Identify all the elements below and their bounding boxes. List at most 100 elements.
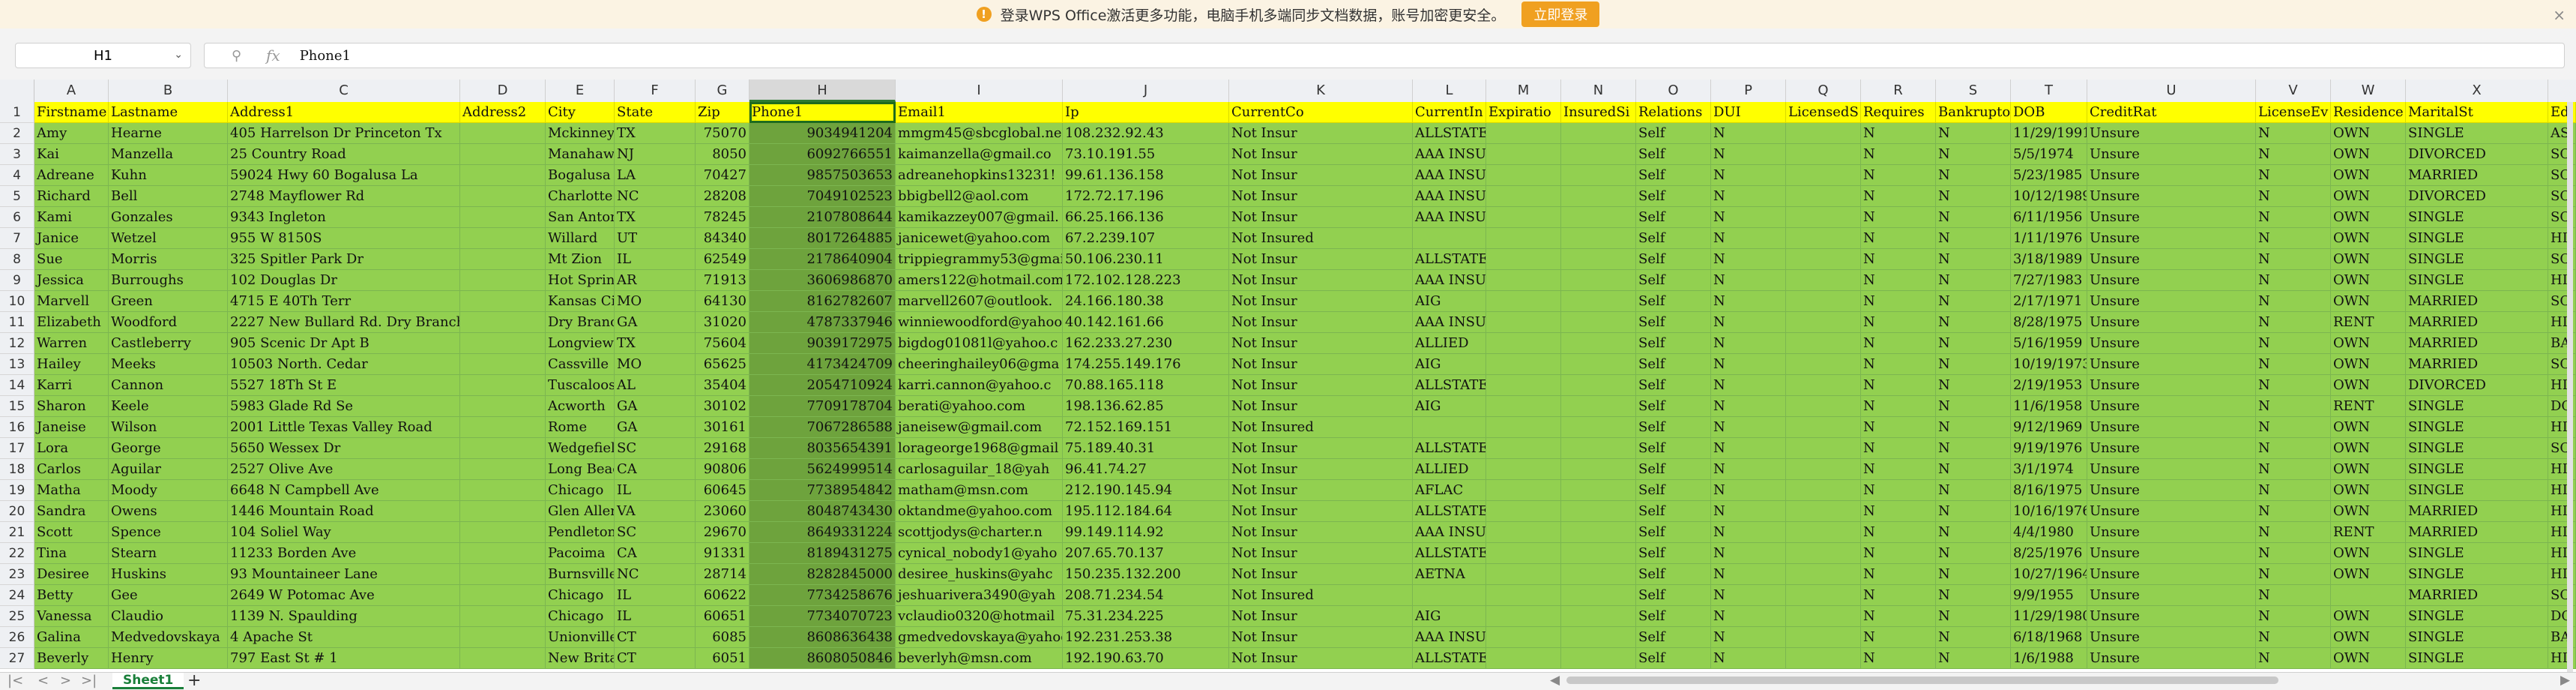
table-cell[interactable]: OWN [2331,417,2406,438]
table-cell[interactable]: ALLSTATE INS CO [1413,123,1486,144]
header-cell[interactable]: Residence [2331,102,2406,123]
table-cell[interactable]: 10/27/1964 [2011,564,2087,585]
table-cell[interactable] [1786,249,1861,270]
table-cell[interactable]: Not Insur [1229,165,1413,186]
table-cell[interactable]: 1/11/1976 [2011,228,2087,249]
table-cell[interactable]: N [1711,249,1786,270]
table-cell[interactable]: Self [1636,375,1711,396]
table-cell[interactable]: N [1936,480,2011,501]
table-cell[interactable]: George [109,438,228,459]
table-cell[interactable]: 40.142.161.66 [1063,312,1229,333]
table-cell[interactable]: OWN [2331,438,2406,459]
table-cell[interactable]: 195.112.184.64 [1063,501,1229,522]
table-cell[interactable]: N [1861,648,1936,669]
table-cell[interactable]: 2748 Mayflower Rd [228,186,460,207]
table-cell[interactable]: adreanehopkins13231! [896,165,1063,186]
table-cell[interactable] [1486,501,1561,522]
table-cell[interactable]: 10/19/1973 [2011,354,2087,375]
table-cell[interactable]: 6648 N Campbell Ave [228,480,460,501]
table-cell[interactable]: 6085 [696,627,749,648]
table-cell[interactable]: Kami [34,207,109,228]
table-cell[interactable]: N [2256,543,2331,564]
table-cell[interactable]: Claudio [109,606,228,627]
table-cell[interactable]: N [2256,165,2331,186]
row-number[interactable]: 18 [0,459,34,480]
table-cell[interactable]: Bogalusa [546,165,615,186]
table-cell[interactable]: 9343 Ingleton [228,207,460,228]
row-number[interactable]: 26 [0,627,34,648]
table-cell[interactable] [460,123,546,144]
table-cell[interactable]: N [1711,564,1786,585]
table-cell[interactable] [1561,501,1636,522]
table-cell[interactable]: N [1936,543,2011,564]
table-cell[interactable] [460,165,546,186]
row-number[interactable]: 25 [0,606,34,627]
table-cell[interactable]: N [2256,522,2331,543]
table-cell[interactable] [460,249,546,270]
table-cell[interactable] [1786,564,1861,585]
table-cell[interactable]: N [1711,543,1786,564]
table-cell[interactable] [460,564,546,585]
table-cell[interactable]: 6/18/1968 [2011,627,2087,648]
table-cell[interactable]: N [1861,228,1936,249]
header-cell[interactable]: Ip [1063,102,1229,123]
table-cell[interactable] [1786,396,1861,417]
table-cell[interactable]: Warren [34,333,109,354]
row-number[interactable]: 14 [0,375,34,396]
row-number[interactable]: 8 [0,249,34,270]
table-cell[interactable] [1413,585,1486,606]
table-cell[interactable]: SINGLE [2406,270,2548,291]
table-cell[interactable]: N [1711,480,1786,501]
table-cell[interactable]: Self [1636,144,1711,165]
add-sheet-button[interactable]: + [187,671,201,690]
table-cell[interactable]: 3/18/1989 [2011,249,2087,270]
table-cell[interactable]: 198.136.62.85 [1063,396,1229,417]
header-cell[interactable]: Zip [696,102,749,123]
table-cell[interactable]: 35404 [696,375,749,396]
table-cell[interactable]: 2/19/1953 [2011,375,2087,396]
table-cell[interactable]: Burroughs [109,270,228,291]
table-cell[interactable]: OWN [2331,228,2406,249]
header-cell[interactable]: Address1 [228,102,460,123]
table-cell[interactable]: Green [109,291,228,312]
column-header-g[interactable]: G [696,80,749,102]
table-cell[interactable] [1561,417,1636,438]
row-number[interactable]: 19 [0,480,34,501]
table-cell[interactable]: Not Insur [1229,186,1413,207]
table-cell[interactable]: UT [615,228,696,249]
row-number[interactable]: 5 [0,186,34,207]
table-cell[interactable]: 23060 [696,501,749,522]
row-number[interactable]: 16 [0,417,34,438]
table-cell[interactable]: MARRIED [2406,354,2548,375]
table-cell[interactable]: Self [1636,333,1711,354]
table-cell[interactable]: 99.149.114.92 [1063,522,1229,543]
table-cell[interactable]: NC [615,564,696,585]
table-cell[interactable]: kaimanzella@gmail.co [896,144,1063,165]
table-cell[interactable]: 2001 Little Texas Valley Road [228,417,460,438]
table-cell[interactable]: Vanessa [34,606,109,627]
table-cell[interactable] [1561,270,1636,291]
table-cell[interactable]: Self [1636,228,1711,249]
table-cell[interactable]: 93 Mountaineer Lane [228,564,460,585]
table-cell[interactable]: ALLSTATE INS CO [1413,375,1486,396]
table-cell[interactable]: 59024 Hwy 60 Bogalusa La [228,165,460,186]
table-cell[interactable]: N [1861,627,1936,648]
table-cell[interactable]: Longview [546,333,615,354]
table-cell[interactable]: 11/29/1991 [2011,123,2087,144]
table-cell[interactable]: 65625 [696,354,749,375]
table-cell[interactable]: N [1936,564,2011,585]
table-cell[interactable] [1486,123,1561,144]
table-cell[interactable]: Hot Springs Na [546,270,615,291]
table-cell[interactable]: Desiree [34,564,109,585]
table-cell[interactable] [1786,270,1861,291]
select-all-corner[interactable] [0,80,34,102]
table-cell[interactable]: 90806 [696,459,749,480]
table-cell[interactable]: Not Insur [1229,333,1413,354]
table-cell[interactable]: mmgm45@sbcglobal.net [896,123,1063,144]
table-cell[interactable]: 8/25/1976 [2011,543,2087,564]
row-number[interactable]: 7 [0,228,34,249]
header-cell[interactable]: CurrentCo [1229,102,1413,123]
table-cell[interactable]: 8050 [696,144,749,165]
table-cell[interactable] [1786,291,1861,312]
table-cell[interactable]: 29168 [696,438,749,459]
